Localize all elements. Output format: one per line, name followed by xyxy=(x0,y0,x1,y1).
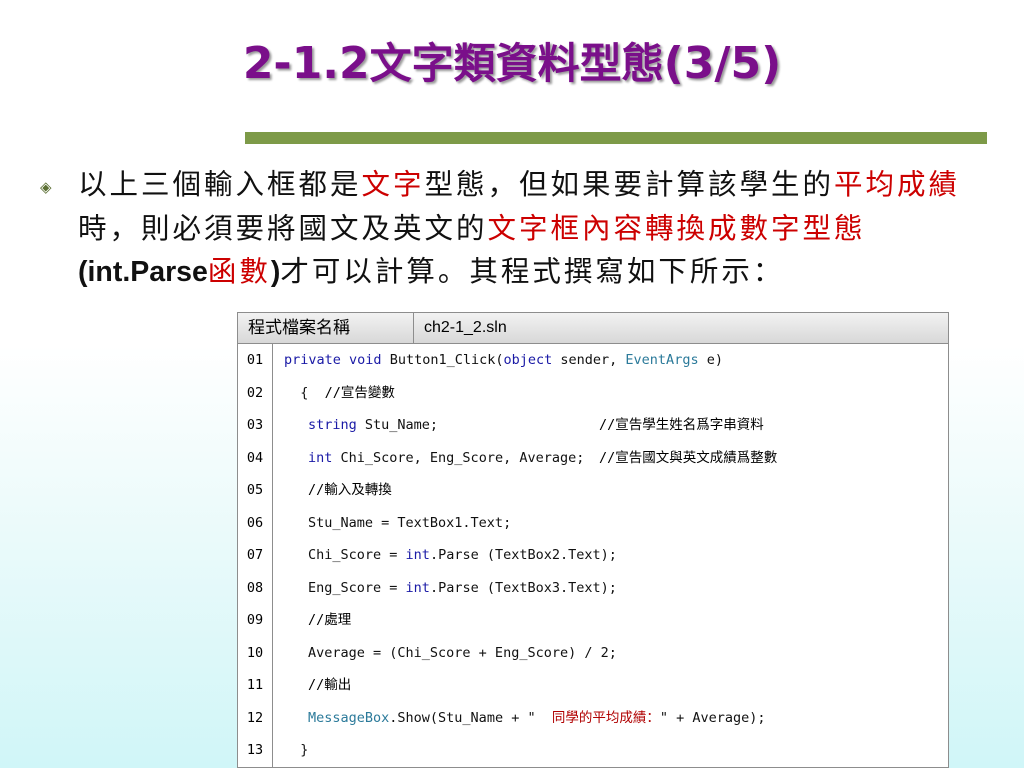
title-suffix: (3/5) xyxy=(663,38,782,89)
line-number: 13 xyxy=(246,742,264,758)
line-number: 10 xyxy=(246,644,264,661)
code-line-11: //輸出 xyxy=(308,677,352,693)
title-divider xyxy=(245,132,987,144)
line-number: 05 xyxy=(246,482,264,498)
para-paren-open: ( xyxy=(78,256,88,288)
line-number: 01 xyxy=(246,352,264,368)
code-line-07: Chi_Score = int.Parse (TextBox2.Text); xyxy=(308,547,617,563)
para-text-4: 才可以計算。其程式撰寫如下所示： xyxy=(280,255,785,288)
code-line-12: MessageBox.Show(Stu_Name + " 同學的平均成績：" +… xyxy=(308,709,766,726)
code-line-09: //處理 xyxy=(308,612,352,628)
para-highlight-3: 文字框內容轉換成數字型態 xyxy=(487,211,866,245)
para-highlight-1: 文字 xyxy=(361,168,425,201)
code-line-13: } xyxy=(284,742,309,758)
code-line-05: //輸入及轉換 xyxy=(308,482,392,498)
line-number: 09 xyxy=(246,612,264,628)
code-comment-03: //宣告學生姓名爲字串資料 xyxy=(599,417,764,433)
code-header: 程式檔案名稱 ch2-1_2.sln xyxy=(238,313,948,344)
code-line-08: Eng_Score = int.Parse (TextBox3.Text); xyxy=(308,579,617,596)
line-number: 03 xyxy=(246,417,264,433)
para-paren-close: ) xyxy=(270,256,281,288)
code-line-02: { //宣告變數 xyxy=(284,384,395,401)
para-highlight-2: 平均成績 xyxy=(834,168,961,201)
code-line-10: Average = (Chi_Score + Eng_Score) / 2; xyxy=(308,644,617,661)
line-number: 07 xyxy=(246,547,264,563)
title-chinese: 文字類資料型態 xyxy=(369,39,664,88)
line-number: 02 xyxy=(246,384,264,401)
code-comment-04: //宣告國文與英文成績爲整數 xyxy=(599,449,778,466)
line-number: 11 xyxy=(246,677,264,693)
para-text-1: 以上三個輸入框都是 xyxy=(78,168,362,201)
line-number: 08 xyxy=(246,579,264,596)
line-number: 12 xyxy=(246,709,264,726)
code-line-06: Stu_Name = TextBox1.Text; xyxy=(308,514,512,531)
slide-title: 2-1.2文字類資料型態(3/5) xyxy=(0,30,1024,91)
code-listing: 程式檔案名稱 ch2-1_2.sln 01 02 03 04 05 06 07 … xyxy=(237,312,949,768)
para-text-2: 型態，但如果要計算該學生的 xyxy=(424,168,835,201)
line-number: 06 xyxy=(246,514,264,531)
para-highlight-4: 函數 xyxy=(207,255,271,288)
line-number-gutter: 01 02 03 04 05 06 07 08 09 10 11 12 13 xyxy=(238,344,273,767)
line-number: 04 xyxy=(246,449,264,466)
code-file-label: 程式檔案名稱 xyxy=(238,313,414,343)
diamond-bullet-icon: ◈ xyxy=(40,178,52,196)
para-text-3: 時，則必須要將國文及英文的 xyxy=(78,211,488,245)
para-method-name: int.Parse xyxy=(87,256,208,288)
title-prefix: 2-1.2 xyxy=(242,38,370,89)
code-line-03: string Stu_Name; xyxy=(308,417,439,433)
body-paragraph: 以上三個輸入框都是文字型態，但如果要計算該學生的平均成績時，則必須要將國文及英文… xyxy=(78,163,988,295)
code-line-01: private void Button1_Click(object sender… xyxy=(284,352,723,368)
code-filename: ch2-1_2.sln xyxy=(424,319,507,336)
code-line-04: int Chi_Score, Eng_Score, Average; xyxy=(308,449,585,466)
